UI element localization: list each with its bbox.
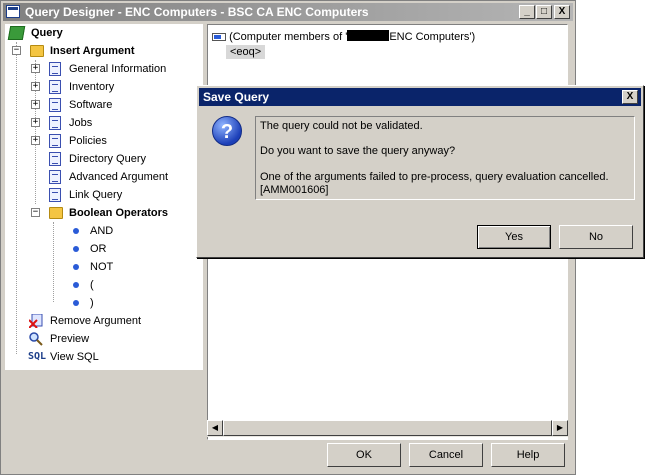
app-icon (6, 5, 20, 18)
tree-label: ( (90, 279, 94, 291)
sql-icon: SQL (28, 351, 47, 362)
window-title: Query Designer - ENC Computers - BSC CA … (25, 5, 369, 19)
folder-icon (49, 207, 63, 219)
magnifier-icon (29, 332, 43, 346)
operator-dot-icon (73, 228, 79, 234)
tree-label: Policies (69, 135, 107, 147)
tree-label: Preview (50, 333, 90, 345)
tree-label: NOT (90, 261, 114, 273)
dialog-close-button[interactable]: X (622, 90, 638, 104)
computer-icon (212, 33, 226, 42)
tree-label: Inventory (69, 81, 115, 93)
save-query-dialog: Save Query X ? The query could not be va… (196, 85, 644, 258)
query-text-suffix: ENC Computers') (389, 31, 476, 43)
scroll-right-button[interactable]: ▶ (552, 420, 568, 436)
tree-label: OR (90, 243, 107, 255)
document-icon (49, 62, 61, 76)
operator-dot-icon (73, 300, 79, 306)
query-text-prefix: (Computer members of ' (229, 31, 348, 43)
operator-dot-icon (73, 282, 79, 288)
eoq-marker[interactable]: <eoq> (226, 45, 266, 59)
tree-label-query: Query (31, 27, 63, 39)
dialog-title: Save Query (203, 90, 270, 104)
document-icon (49, 80, 61, 94)
document-icon (49, 98, 61, 112)
document-icon (49, 134, 61, 148)
expand-icon[interactable]: + (31, 136, 40, 145)
tree-label: Jobs (69, 117, 93, 129)
query-tree: Query − Insert Argument + General Inform… (5, 24, 203, 370)
redacted-block (347, 30, 390, 41)
tree-label: Advanced Argument (69, 171, 169, 183)
maximize-button[interactable]: □ (536, 5, 552, 19)
dialog-message: The query could not be validated. Do you… (255, 116, 635, 200)
collapse-icon[interactable]: − (12, 46, 21, 55)
expand-icon[interactable]: + (31, 118, 40, 127)
scroll-left-button[interactable]: ◀ (207, 420, 223, 436)
message-line: [AMM001606] (260, 184, 329, 196)
tree-label-insert-argument: Insert Argument (50, 45, 135, 57)
tree-label: Software (69, 99, 113, 111)
tree-label: View SQL (50, 351, 99, 363)
expand-icon[interactable]: + (31, 100, 40, 109)
no-button[interactable]: No (559, 225, 633, 249)
message-line: The query could not be validated. (260, 120, 423, 132)
query-icon (7, 26, 26, 40)
document-icon (49, 170, 61, 184)
tree-label: Remove Argument (50, 315, 142, 327)
dialog-titlebar[interactable]: Save Query X (199, 88, 641, 106)
expand-icon[interactable]: + (31, 64, 40, 73)
message-line: One of the arguments failed to pre-proce… (260, 171, 609, 183)
tree-label: General Information (69, 63, 167, 75)
operator-dot-icon (73, 246, 79, 252)
horizontal-scrollbar[interactable]: ◀ ▶ (207, 420, 568, 437)
scroll-thumb[interactable] (223, 420, 552, 436)
tree-label: ) (90, 297, 94, 309)
cancel-button[interactable]: Cancel (409, 443, 483, 467)
question-icon: ? (212, 116, 242, 146)
folder-icon (30, 45, 44, 57)
collapse-icon[interactable]: − (31, 208, 40, 217)
help-button[interactable]: Help (491, 443, 565, 467)
document-icon (49, 116, 61, 130)
close-button[interactable]: X (554, 5, 570, 19)
tree-label-boolean-operators: Boolean Operators (69, 207, 169, 219)
query-line[interactable]: (Computer members of ' ENC Computers') (212, 30, 475, 43)
tree-label: Directory Query (69, 153, 147, 165)
yes-button[interactable]: Yes (477, 225, 551, 249)
message-line: Do you want to save the query anyway? (260, 145, 456, 157)
expand-icon[interactable]: + (31, 82, 40, 91)
document-icon (49, 188, 61, 202)
window-titlebar[interactable]: Query Designer - ENC Computers - BSC CA … (3, 3, 573, 21)
tree-label: Link Query (69, 189, 123, 201)
document-icon (49, 152, 61, 166)
minimize-button[interactable]: _ (519, 5, 535, 19)
operator-dot-icon (73, 264, 79, 270)
tree-label: AND (90, 225, 114, 237)
remove-argument-icon (28, 313, 43, 329)
ok-button[interactable]: OK (327, 443, 401, 467)
